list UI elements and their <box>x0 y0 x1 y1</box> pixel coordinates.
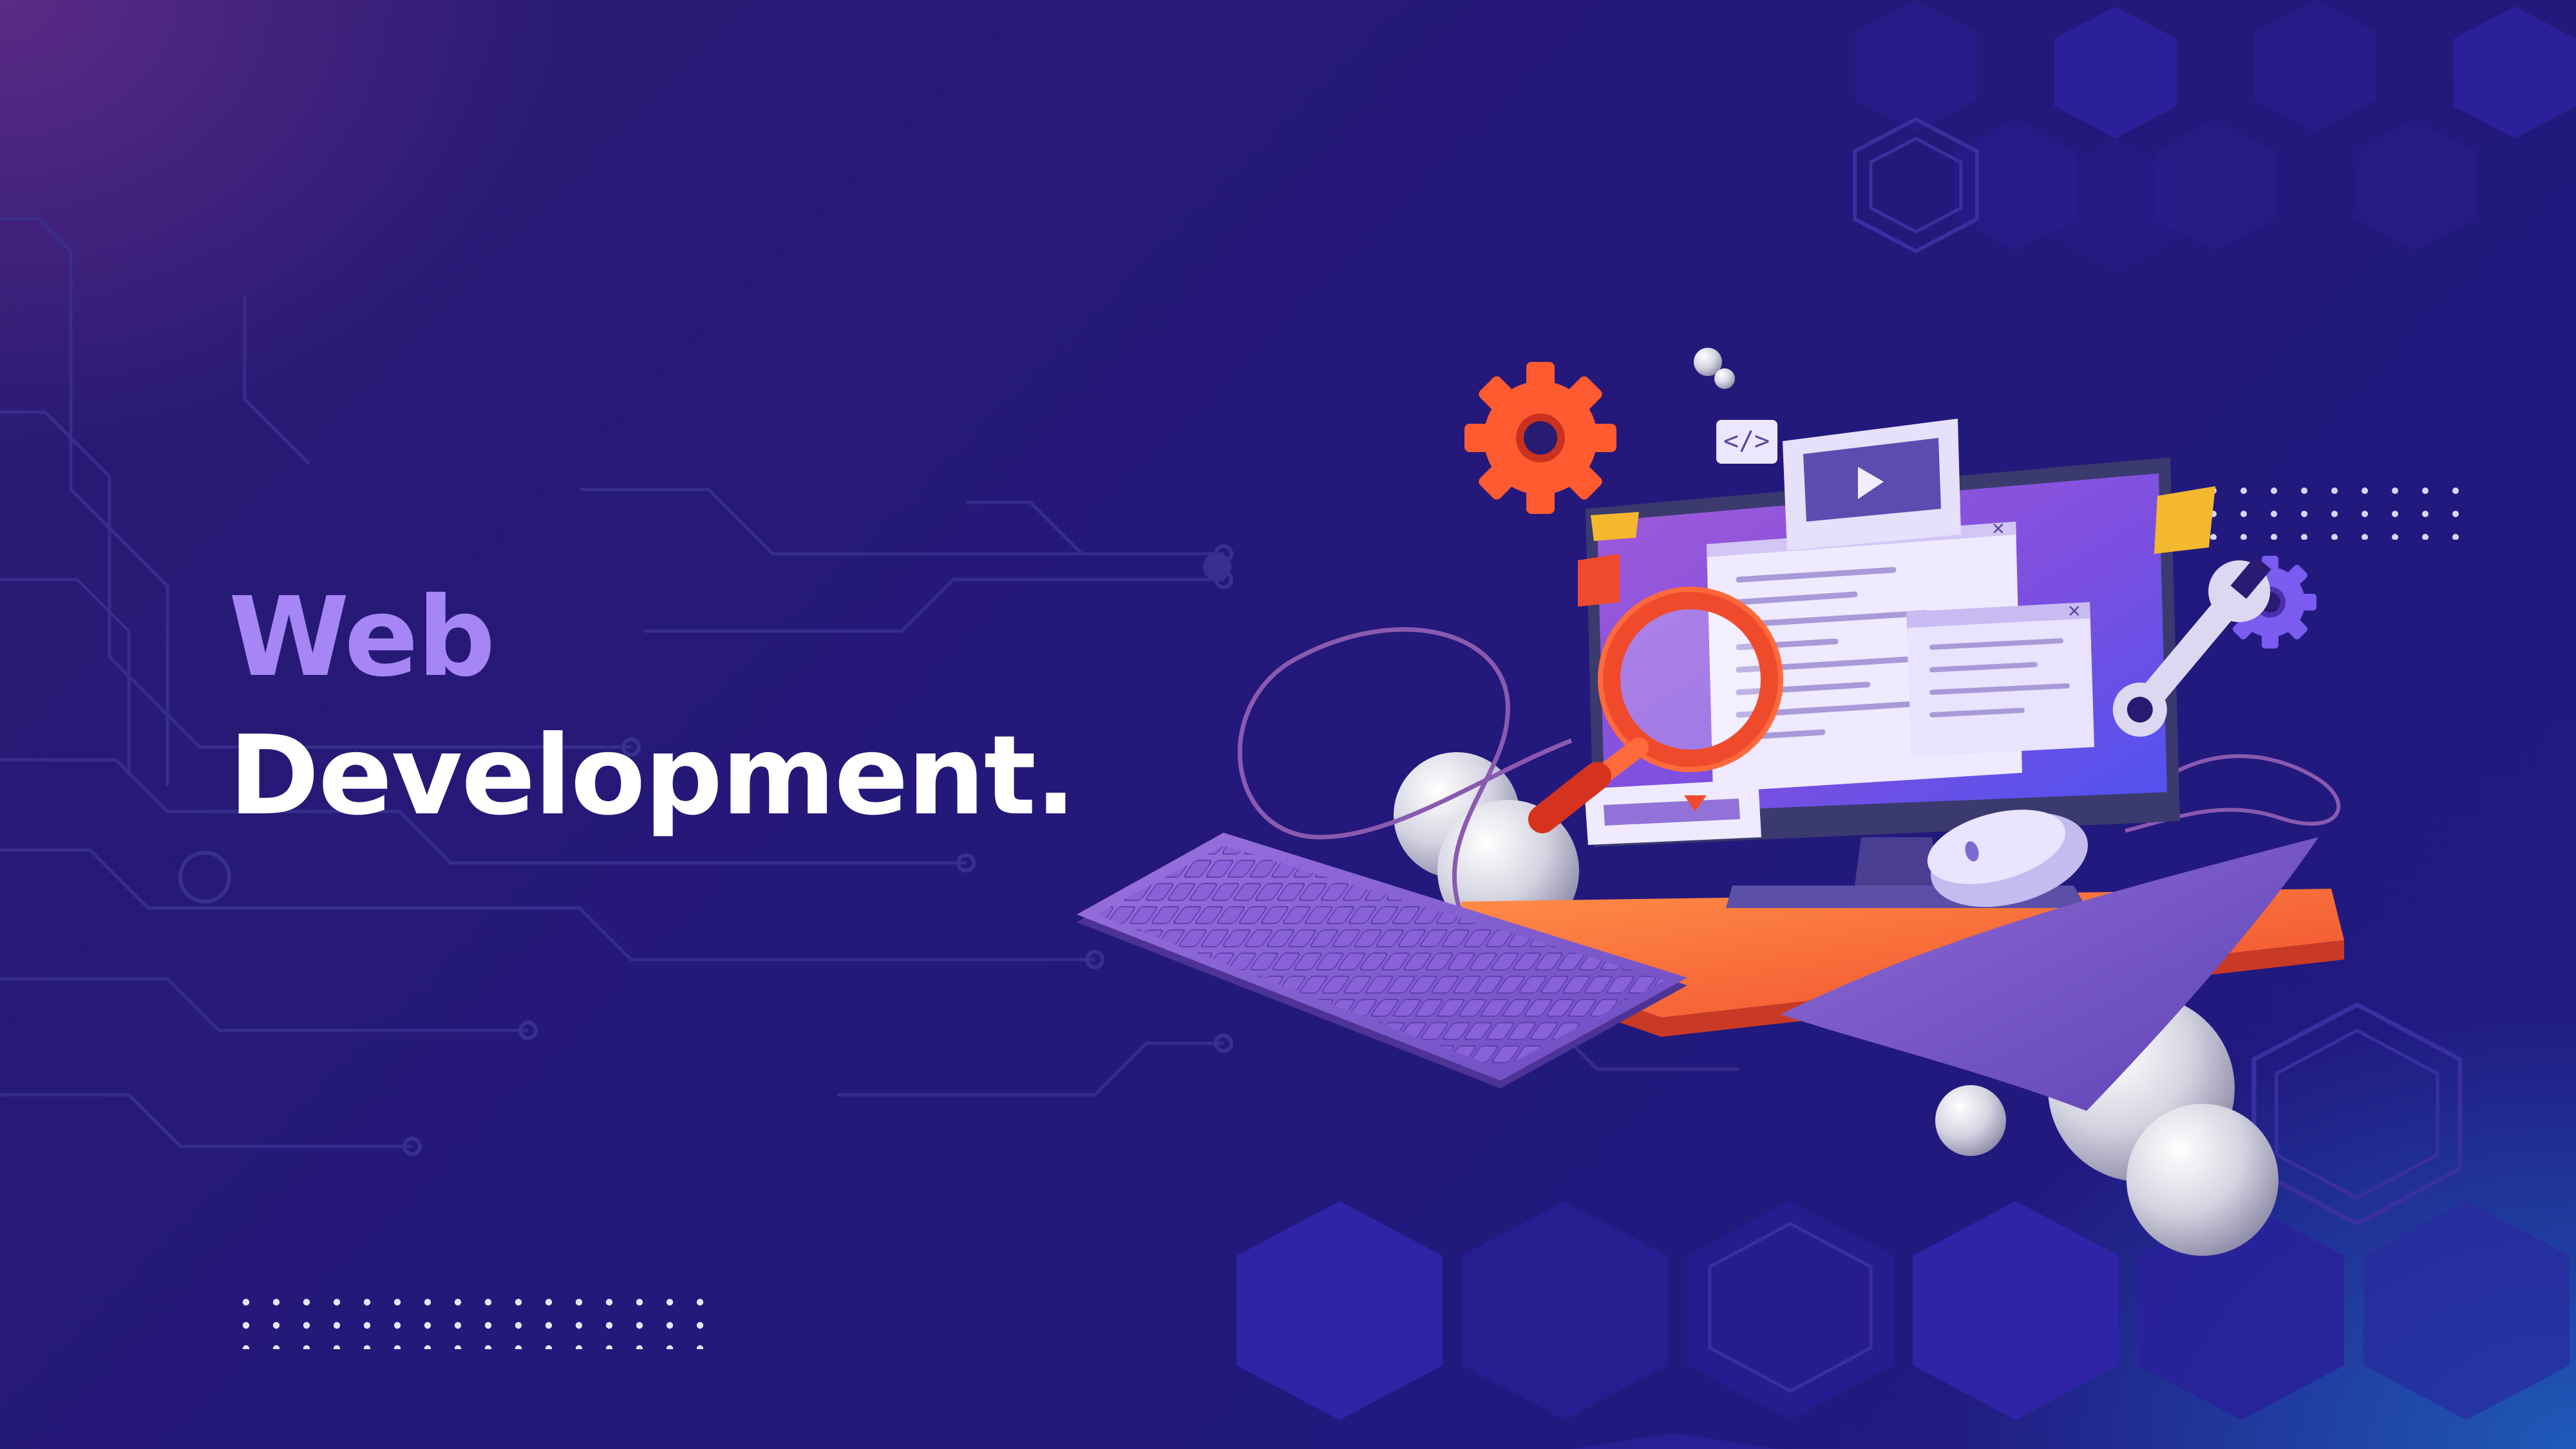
sphere-decoration <box>1714 368 1735 389</box>
hero-banner: ✕ ✕ </> Web Development. <box>0 0 2576 1449</box>
sphere-decoration <box>1935 1085 2006 1156</box>
keyboard-illustration <box>1077 833 1687 1088</box>
hero-title-line-1: Web <box>229 574 495 701</box>
close-icon: ✕ <box>2067 602 2081 621</box>
close-icon: ✕ <box>1991 520 2005 539</box>
hero-title-line-2: Development. <box>229 712 1077 840</box>
flag-decoration <box>1578 554 1620 607</box>
flag-decoration <box>1591 512 1639 541</box>
svg-text:</>: </> <box>1723 426 1770 456</box>
video-card <box>1783 419 1961 551</box>
flag-decoration <box>2154 486 2215 554</box>
code-window-secondary: ✕ <box>1906 602 2094 757</box>
sphere-decoration <box>2126 1104 2278 1256</box>
code-tag-icon: </> <box>1716 420 1777 464</box>
gear-icon <box>1464 362 1616 514</box>
hero-title: Web Development. <box>229 574 1077 840</box>
